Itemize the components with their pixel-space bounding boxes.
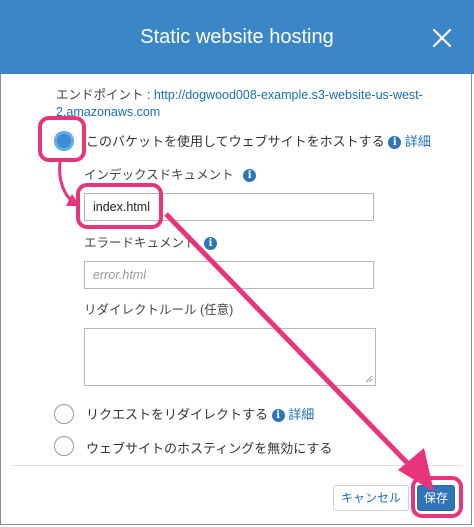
redirect-rules-textarea[interactable] xyxy=(84,328,376,386)
info-icon[interactable]: i xyxy=(243,169,257,182)
endpoint-label: エンドポイント : xyxy=(56,88,154,102)
dialog-body: エンドポイント : http://dogwood008-example.s3-w… xyxy=(0,74,474,527)
host-website-option: このバケットを使用してウェブサイトをホストする i 詳細 xyxy=(86,131,431,150)
close-icon[interactable] xyxy=(430,26,454,50)
error-document-input[interactable]: error.html xyxy=(84,261,374,289)
info-icon[interactable]: i xyxy=(204,237,217,250)
redirect-radio[interactable] xyxy=(54,404,74,424)
endpoint-text: エンドポイント : http://dogwood008-example.s3-w… xyxy=(56,87,436,121)
host-website-radio[interactable] xyxy=(54,131,74,151)
dialog-header: Static website hosting xyxy=(0,0,474,74)
info-icon[interactable]: i xyxy=(388,136,402,149)
redirect-label: リクエストをリダイレクトする xyxy=(86,407,269,422)
cancel-button[interactable]: キャンセル xyxy=(333,485,409,511)
disable-hosting-label: ウェブサイトのホスティングを無効にする xyxy=(86,441,333,456)
error-document-label: エラードキュメント xyxy=(84,236,197,250)
index-document-field-label: インデックスドキュメント i xyxy=(84,164,257,183)
save-button[interactable]: 保存 xyxy=(417,485,455,511)
dialog-title: Static website hosting xyxy=(140,26,334,48)
disable-hosting-radio[interactable] xyxy=(54,436,74,456)
index-document-label: インデックスドキュメント xyxy=(84,168,234,182)
error-document-field-label: エラードキュメント i xyxy=(84,232,217,251)
host-website-label: このバケットを使用してウェブサイトをホストする xyxy=(86,134,385,149)
resize-handle-icon[interactable] xyxy=(365,375,373,383)
footer-divider xyxy=(12,465,462,466)
info-icon[interactable]: i xyxy=(271,409,285,422)
redirect-rules-label: リダイレクトルール (任意) xyxy=(84,303,234,317)
index-document-input[interactable]: index.html xyxy=(84,193,374,221)
redirect-detail-link[interactable]: 詳細 xyxy=(288,407,314,422)
redirect-option: リクエストをリダイレクトする i 詳細 xyxy=(86,404,314,423)
host-detail-link[interactable]: 詳細 xyxy=(405,134,431,149)
